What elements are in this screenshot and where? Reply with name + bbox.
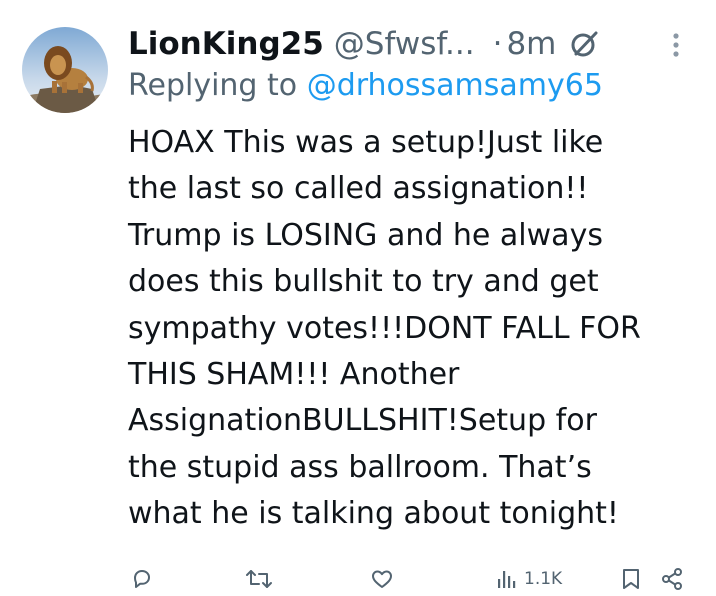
bookmark-button[interactable] [621,566,641,592]
tweet-text-line: sympathy votes!!!DONT FALL FOR [128,310,641,346]
like-button[interactable] [370,566,394,592]
tweet-actions-bar: 1.1K [0,562,716,596]
replying-to-label: Replying to [128,68,298,103]
tweet-text-line: the last so called assignation!! [128,171,589,207]
tweet-header: LionKing25 @Sfwsf... · 8m [128,22,600,66]
tweet-text-line: Trump is LOSING and he always [128,217,603,253]
tweet-text-line: AssignationBULLSHIT!Setup for [128,403,597,439]
like-icon [372,570,392,588]
display-name[interactable]: LionKing25 [128,26,324,62]
avatar[interactable] [22,27,108,113]
tweet-text-line: the stupid ass ballroom. That’s [128,449,592,485]
more-options-icon[interactable] [664,30,688,60]
replying-to: Replying to @drhossamsamy65 [128,68,603,103]
tweet-text-line: THIS SHAM!!! Another [128,356,460,392]
tweet-text-line: what he is talking about tonight! [128,496,619,532]
views-count: 1.1K [524,569,563,589]
bookmark-icon [623,569,639,589]
retweet-button[interactable] [245,566,273,592]
tweet-text: HOAX This was a setup!Just like the last… [128,120,698,538]
user-handle[interactable]: @Sfwsf... [334,26,475,62]
reply-icon [134,570,150,588]
tweet-text-line: HOAX This was a setup!Just like [128,125,604,160]
grok-icon[interactable] [570,29,600,59]
tweet-card[interactable]: LionKing25 @Sfwsf... · 8m Replying to @d… [0,0,716,596]
share-icon [662,568,682,590]
views-button[interactable]: 1.1K [496,566,562,592]
reply-button[interactable] [130,566,154,592]
timestamp[interactable]: 8m [506,26,556,62]
reply-mention-link[interactable]: @drhossamsamy65 [307,68,603,103]
separator-dot: · [492,26,503,62]
lion-avatar-image [22,27,108,113]
retweet-icon [246,570,272,588]
tweet-text-line: does this bullshit to try and get [128,264,599,300]
views-icon [498,571,516,588]
share-button[interactable] [660,566,684,592]
